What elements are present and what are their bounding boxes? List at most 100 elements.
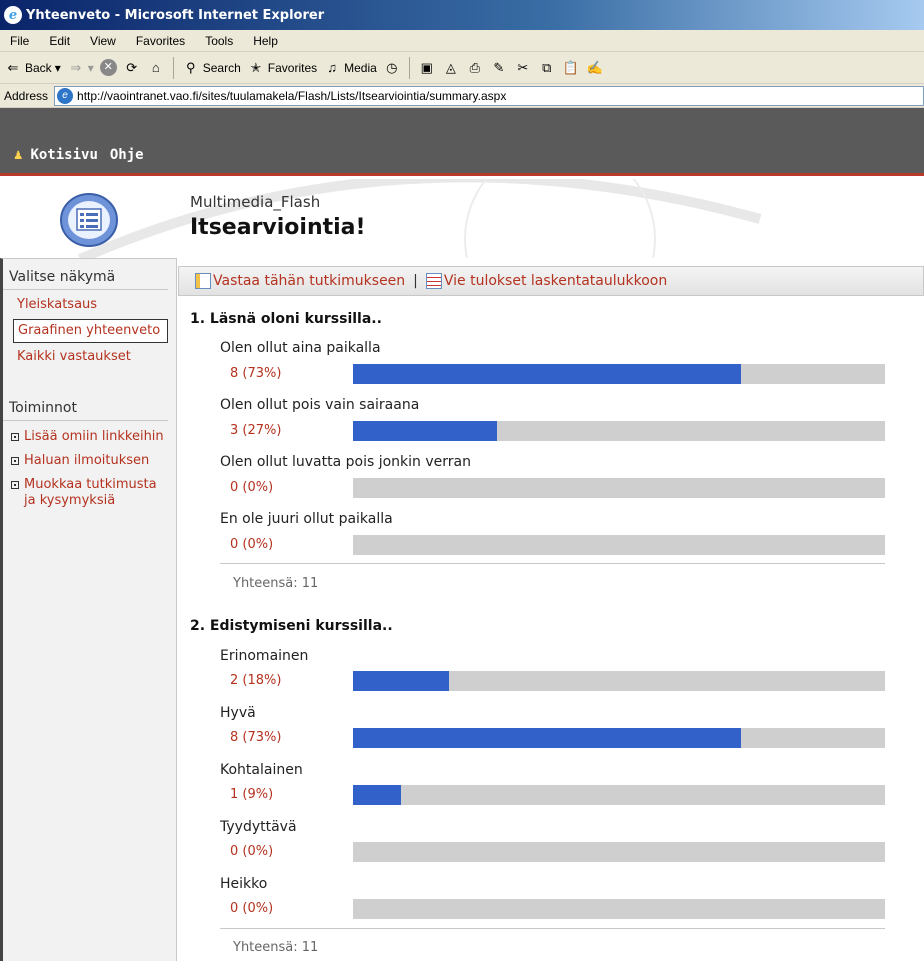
bullet-icon	[11, 481, 19, 489]
respond-form-icon	[195, 273, 211, 289]
media-label: Media	[344, 60, 377, 75]
export-to-spreadsheet-link[interactable]: Vie tulokset laskentataulukkoon	[425, 273, 667, 289]
option-count: 8 (73%)	[230, 366, 282, 381]
encoding-icon[interactable]: ◬	[442, 59, 460, 77]
nav-home-link[interactable]: Kotisivu	[30, 147, 97, 163]
menu-view[interactable]: View	[80, 34, 126, 48]
paste-icon[interactable]: 📋	[562, 59, 580, 77]
result-bar	[353, 842, 885, 862]
action-label: Haluan ilmoituksen	[24, 453, 150, 468]
action-separator: |	[413, 273, 418, 289]
view-link-graphical-summary[interactable]: Graafinen yhteenveto	[13, 319, 168, 343]
survey-logo-icon	[60, 193, 118, 247]
option-count: 3 (27%)	[230, 423, 282, 438]
research-icon[interactable]: ✍	[586, 59, 604, 77]
favorites-button[interactable]: ✭ Favorites	[247, 59, 317, 77]
address-bar: Address e http://vaointranet.vao.fi/site…	[0, 84, 924, 108]
forward-button[interactable]: ⇒ ▾	[67, 59, 94, 77]
option-label: Olen ollut pois vain sairaana	[220, 397, 420, 413]
media-icon: ♫	[327, 59, 338, 75]
result-bar	[353, 421, 885, 441]
address-label: Address	[4, 88, 49, 103]
view-link-overview[interactable]: Yleiskatsaus	[3, 294, 176, 316]
window-titlebar: e Yhteenveto - Microsoft Internet Explor…	[0, 0, 924, 30]
address-input[interactable]: e http://vaointranet.vao.fi/sites/tuulam…	[54, 85, 924, 106]
edit-icon[interactable]: ✎	[490, 59, 508, 77]
action-label: Lisää omiin linkkeihin	[24, 429, 164, 444]
bullet-icon	[11, 457, 19, 465]
menu-bar: File Edit View Favorites Tools Help	[0, 30, 924, 52]
media-button[interactable]: ♫ Media	[323, 59, 377, 77]
result-bar	[353, 899, 885, 919]
background-swoosh	[77, 179, 762, 258]
window-title: Yhteenveto - Microsoft Internet Explorer	[26, 7, 325, 23]
search-label: Search	[202, 60, 241, 75]
action-label: Muokkaa tutkimusta ja kysymyksiä	[24, 477, 157, 508]
action-alert-me[interactable]: Haluan ilmoituksen	[3, 449, 176, 473]
menu-tools[interactable]: Tools	[195, 34, 243, 48]
result-bar	[353, 364, 885, 384]
page-icon: e	[57, 87, 74, 104]
nav-help-link[interactable]: Ohje	[110, 147, 144, 163]
ie-logo-icon: e	[4, 6, 22, 24]
page-header: Multimedia_Flash Itsearviointia!	[0, 179, 924, 258]
option-count: 0 (0%)	[230, 537, 274, 552]
respond-to-survey-link[interactable]: Vastaa tähän tutkimukseen	[195, 273, 405, 289]
home-icon[interactable]: ⌂	[147, 59, 165, 77]
address-url: http://vaointranet.vao.fi/sites/tuulamak…	[77, 88, 507, 103]
stop-icon[interactable]: ✕	[99, 59, 117, 76]
search-button[interactable]: ⚲ Search	[182, 59, 241, 77]
people-icon: ♟	[14, 146, 23, 163]
action-add-to-links[interactable]: Lisää omiin linkkeihin	[3, 425, 176, 449]
page-title: Itsearviointia!	[190, 215, 366, 240]
option-count: 2 (18%)	[230, 673, 282, 688]
copy-icon[interactable]: ⧉	[538, 59, 556, 77]
option-count: 8 (73%)	[230, 730, 282, 745]
view-link-all-responses[interactable]: Kaikki vastaukset	[3, 346, 176, 368]
result-bar	[353, 478, 885, 498]
menu-file[interactable]: File	[0, 34, 39, 48]
back-arrow-icon: ⇐	[7, 59, 19, 75]
spreadsheet-icon	[425, 273, 442, 289]
top-navigation: ♟ Kotisivu Ohje	[0, 136, 924, 176]
option-label: Heikko	[220, 876, 268, 892]
search-icon: ⚲	[185, 59, 196, 75]
menu-favorites[interactable]: Favorites	[126, 34, 195, 48]
total-divider	[220, 563, 885, 564]
option-label: Erinomainen	[220, 648, 309, 664]
favorites-label: Favorites	[267, 60, 318, 75]
option-label: Hyvä	[220, 705, 256, 721]
option-label: En ole juuri ollut paikalla	[220, 511, 393, 527]
result-bar	[353, 671, 885, 691]
action-modify-survey[interactable]: Muokkaa tutkimusta ja kysymyksiä	[3, 473, 176, 513]
result-bar-fill	[353, 364, 742, 384]
option-label: Tyydyttävä	[220, 819, 297, 835]
survey-action-bar: Vastaa tähän tutkimukseen | Vie tulokset…	[178, 266, 924, 296]
result-bar	[353, 728, 885, 748]
result-bar-fill	[353, 728, 742, 748]
respond-label: Vastaa tähän tutkimukseen	[213, 273, 406, 289]
main-content: Vastaa tähän tutkimukseen | Vie tulokset…	[178, 258, 924, 961]
option-count: 0 (0%)	[230, 480, 274, 495]
toolbar-divider	[408, 56, 410, 79]
cut-icon[interactable]: ✂	[514, 59, 532, 77]
favorites-icon: ✭	[250, 59, 262, 75]
history-icon[interactable]: ◷	[383, 59, 401, 77]
print-icon[interactable]: ⎙	[466, 59, 484, 77]
option-label: Kohtalainen	[220, 762, 303, 778]
question-title: 1. Läsnä oloni kurssilla..	[190, 311, 382, 327]
menu-help[interactable]: Help	[243, 34, 288, 48]
window-icon[interactable]: ▣	[418, 59, 436, 77]
back-button[interactable]: ⇐ Back ▾	[4, 59, 61, 77]
result-bar-fill	[353, 671, 449, 691]
result-bar-fill	[353, 785, 401, 805]
menu-edit[interactable]: Edit	[39, 34, 80, 48]
actions-heading: Toiminnot	[3, 390, 168, 421]
refresh-icon[interactable]: ⟳	[123, 59, 141, 77]
result-bar	[353, 535, 885, 555]
forward-dropdown-icon: ▾	[87, 60, 94, 75]
option-label: Olen ollut luvatta pois jonkin verran	[220, 454, 471, 470]
result-bar	[353, 785, 885, 805]
site-name[interactable]: Multimedia_Flash	[190, 193, 320, 211]
total-divider	[220, 928, 885, 929]
